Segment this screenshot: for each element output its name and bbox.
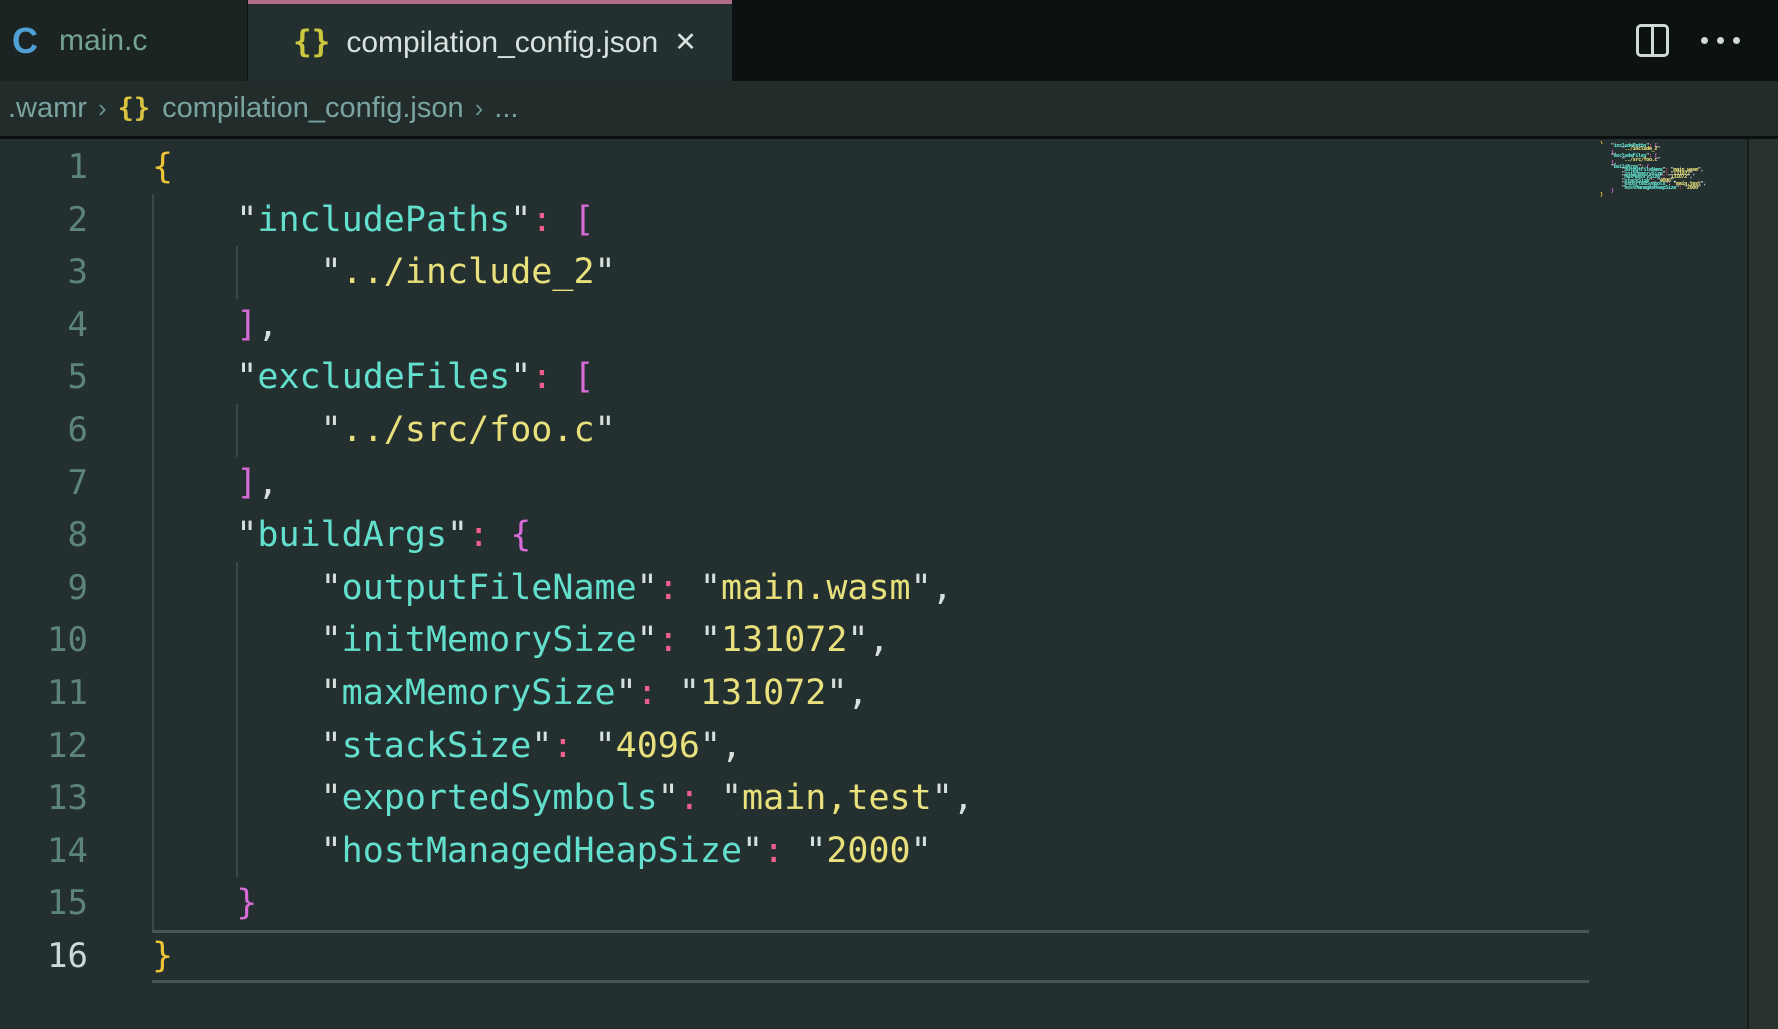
line-number: 6 [0,404,88,457]
line-numbers: 12345678910111213141516 [0,141,88,983]
line-number: 8 [0,509,88,562]
line-number: 15 [0,877,88,930]
tab-label: main.c [59,24,147,58]
code-line: "excludeFiles": [ [152,351,974,404]
json-braces-icon: {} [118,93,151,124]
editor-tab-bar: C main.c {} compilation_config.json ✕ [0,0,1778,81]
tab-main-c[interactable]: C main.c [0,0,247,81]
line-number: 3 [0,246,88,299]
minimap[interactable]: { "includePaths": [ "../include_2" ], "e… [1600,141,1747,197]
breadcrumb-symbol[interactable]: ... [494,92,518,125]
vscode-window: C main.c {} compilation_config.json ✕ .w… [0,0,1778,1029]
editor-actions [1636,0,1778,81]
line-number: 1 [0,141,88,194]
more-actions-icon[interactable] [1701,37,1740,44]
code-line: "exportedSymbols": "main,test", [152,772,974,825]
code-line: } [152,930,974,983]
line-number: 16 [0,930,88,983]
line-number: 9 [0,562,88,615]
split-editor-icon[interactable] [1636,24,1669,57]
line-number: 2 [0,194,88,247]
code-line: "maxMemorySize": "131072", [152,667,974,720]
c-language-icon: C [12,23,38,59]
json-braces-icon: {} [293,27,330,58]
minimap-line: } [1600,194,1747,198]
line-number: 13 [0,772,88,825]
code-line: "stackSize": "4096", [152,720,974,773]
code-line: "initMemorySize": "131072", [152,614,974,667]
code-line: "../src/foo.c" [152,404,974,457]
code-line: } [152,877,974,930]
tab-compilation-config-json[interactable]: {} compilation_config.json ✕ [248,0,732,81]
breadcrumb-folder[interactable]: .wamr [8,92,87,125]
chevron-right-icon: › [98,93,107,124]
code-line: ], [152,457,974,510]
tab-label: compilation_config.json [346,26,658,60]
code-line: { [152,141,974,194]
chevron-right-icon: › [475,93,484,124]
scrollbar-track[interactable] [1747,139,1778,1029]
line-number: 14 [0,825,88,878]
code-editor[interactable]: 12345678910111213141516 { "includePaths"… [0,139,1778,1029]
breadcrumb: .wamr › {} compilation_config.json › ... [0,81,1778,139]
line-number: 7 [0,457,88,510]
code-line: "buildArgs": { [152,509,974,562]
code-line: "includePaths": [ [152,194,974,247]
close-tab-icon[interactable]: ✕ [674,27,697,58]
line-number: 12 [0,720,88,773]
line-number: 11 [0,667,88,720]
breadcrumb-file[interactable]: compilation_config.json [162,92,463,125]
code-line: "hostManagedHeapSize": "2000" [152,825,974,878]
line-number: 5 [0,351,88,404]
code-line: "outputFileName": "main.wasm", [152,562,974,615]
line-number: 10 [0,614,88,667]
line-number: 4 [0,299,88,352]
code-line: ], [152,299,974,352]
code-line: "../include_2" [152,246,974,299]
code-content[interactable]: { "includePaths": [ "../include_2" ], "e… [152,141,974,983]
